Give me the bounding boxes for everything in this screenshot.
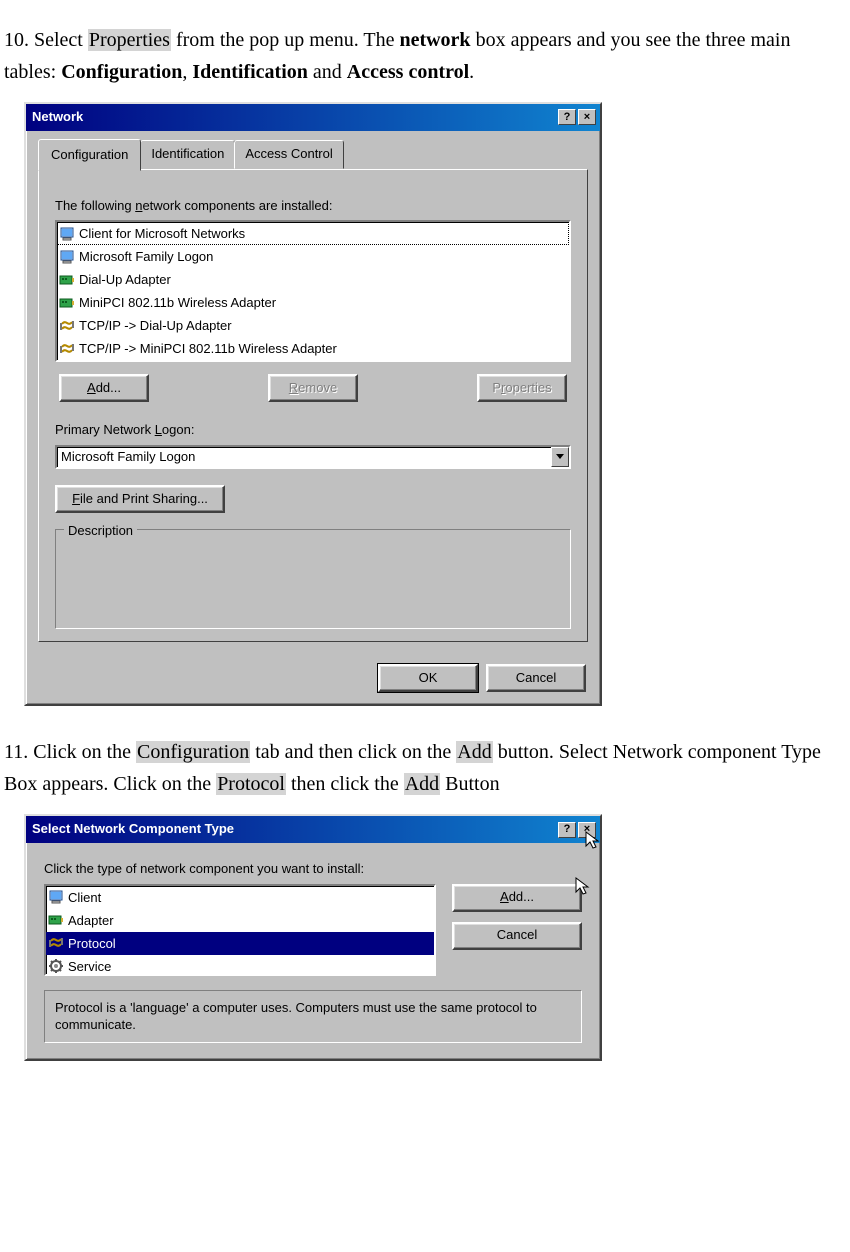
file-print-sharing-button[interactable]: File and Print Sharing... — [55, 485, 225, 513]
add-button[interactable]: Add... — [59, 374, 149, 402]
proto-icon — [59, 341, 75, 357]
tab-access-control[interactable]: Access Control — [234, 140, 343, 169]
hl-add: Add — [456, 741, 492, 763]
dialog-title: Select Network Component Type — [30, 819, 234, 840]
list-item[interactable]: Protocol — [46, 932, 434, 955]
hl-configuration: Configuration — [136, 741, 250, 763]
hl-properties: Properties — [88, 29, 171, 51]
t: then click the — [286, 773, 404, 795]
chevron-down-icon — [556, 454, 564, 460]
list-item-label: Microsoft Family Logon — [79, 246, 213, 267]
dialog-title: Network — [30, 107, 83, 128]
list-item[interactable]: Dial-Up Adapter — [57, 268, 569, 291]
description-legend: Description — [64, 521, 137, 542]
t: 11. Click on the — [4, 741, 136, 763]
tab-identification[interactable]: Identification — [140, 140, 235, 169]
list-item[interactable]: Microsoft Family Logon — [57, 245, 569, 268]
list-item[interactable]: Client for Microsoft Networks — [57, 222, 569, 245]
close-button[interactable]: × — [578, 109, 596, 125]
combo-value: Microsoft Family Logon — [57, 447, 551, 467]
list-item-label: Adapter — [68, 910, 114, 931]
primary-logon-combo[interactable]: Microsoft Family Logon — [55, 445, 571, 469]
client-icon — [48, 889, 64, 905]
remove-button[interactable]: Remove — [268, 374, 358, 402]
nic-icon — [59, 272, 75, 288]
b-configuration: Configuration — [61, 61, 182, 83]
step-10-text: 10. Select Properties from the pop up me… — [4, 24, 846, 88]
components-listbox[interactable]: Client for Microsoft NetworksMicrosoft F… — [55, 220, 571, 362]
dropdown-button[interactable] — [551, 447, 569, 467]
proto-icon — [48, 935, 64, 951]
list-item-label: Client for Microsoft Networks — [79, 223, 245, 244]
primary-logon-label: Primary Network Logon: — [55, 420, 571, 441]
titlebar[interactable]: Select Network Component Type ? × — [26, 816, 600, 843]
t: Button — [440, 773, 499, 795]
t: 10. Select — [4, 29, 88, 51]
properties-button[interactable]: Properties — [477, 374, 567, 402]
ok-button[interactable]: OK — [378, 664, 478, 692]
t: , — [182, 61, 192, 83]
t: . — [469, 61, 474, 83]
tab-label: Access Control — [245, 146, 332, 161]
component-type-listbox[interactable]: ClientAdapterProtocolService — [44, 884, 436, 976]
dialog-footer: OK Cancel — [26, 654, 600, 704]
list-item-label: MiniPCI 802.11b Wireless Adapter — [79, 292, 276, 313]
description-group: Description — [55, 529, 571, 629]
description-text: Protocol is a 'language' a computer uses… — [44, 990, 582, 1043]
step-11-text: 11. Click on the Configuration tab and t… — [4, 736, 846, 800]
titlebar[interactable]: Network ? × — [26, 104, 600, 131]
list-item-label: Protocol — [68, 933, 116, 954]
cancel-button[interactable]: Cancel — [486, 664, 586, 692]
b-identification: Identification — [192, 61, 308, 83]
list-item-label: Service — [68, 956, 111, 976]
tabstrip: Configuration Identification Access Cont… — [26, 131, 600, 169]
tab-configuration[interactable]: Configuration — [38, 139, 141, 171]
add-button[interactable]: Add... — [452, 884, 582, 912]
tab-panel: The following network components are ins… — [38, 169, 588, 643]
help-button[interactable]: ? — [558, 822, 576, 838]
client-icon — [59, 249, 75, 265]
b-network: network — [399, 29, 470, 51]
close-button[interactable]: × — [578, 822, 596, 838]
nic-icon — [59, 295, 75, 311]
list-item-label: TCP/IP -> MiniPCI 802.11b Wireless Adapt… — [79, 338, 337, 359]
list-item[interactable]: Service — [46, 955, 434, 976]
tab-label: Configuration — [51, 147, 128, 162]
list-item[interactable]: TCP/IP -> MiniPCI 802.11b Wireless Adapt… — [57, 337, 569, 360]
b-access: Access control — [347, 61, 469, 83]
list-item-label: Dial-Up Adapter — [79, 269, 171, 290]
list-item[interactable]: MiniPCI 802.11b Wireless Adapter — [57, 291, 569, 314]
hl-protocol: Protocol — [216, 773, 286, 795]
list-item-label: TCP/IP -> Dial-Up Adapter — [79, 315, 232, 336]
client-icon — [59, 226, 75, 242]
list-item[interactable]: TCP/IP -> Dial-Up Adapter — [57, 314, 569, 337]
list-item[interactable]: Client — [46, 886, 434, 909]
installed-label: The following network components are ins… — [55, 196, 571, 217]
help-button[interactable]: ? — [558, 109, 576, 125]
t: and — [308, 61, 347, 83]
proto-icon — [59, 318, 75, 334]
service-icon — [48, 958, 64, 974]
select-component-type-dialog: Select Network Component Type ? × Click … — [24, 814, 602, 1061]
t: from the pop up menu. The — [171, 29, 399, 51]
list-item-label: Client — [68, 887, 101, 908]
t: tab and then click on the — [250, 741, 456, 763]
nic-icon — [48, 912, 64, 928]
cancel-button[interactable]: Cancel — [452, 922, 582, 950]
list-item[interactable]: Adapter — [46, 909, 434, 932]
hl-add-2: Add — [404, 773, 440, 795]
prompt-label: Click the type of network component you … — [44, 859, 582, 880]
tab-label: Identification — [151, 146, 224, 161]
network-dialog: Network ? × Configuration Identification… — [24, 102, 602, 706]
